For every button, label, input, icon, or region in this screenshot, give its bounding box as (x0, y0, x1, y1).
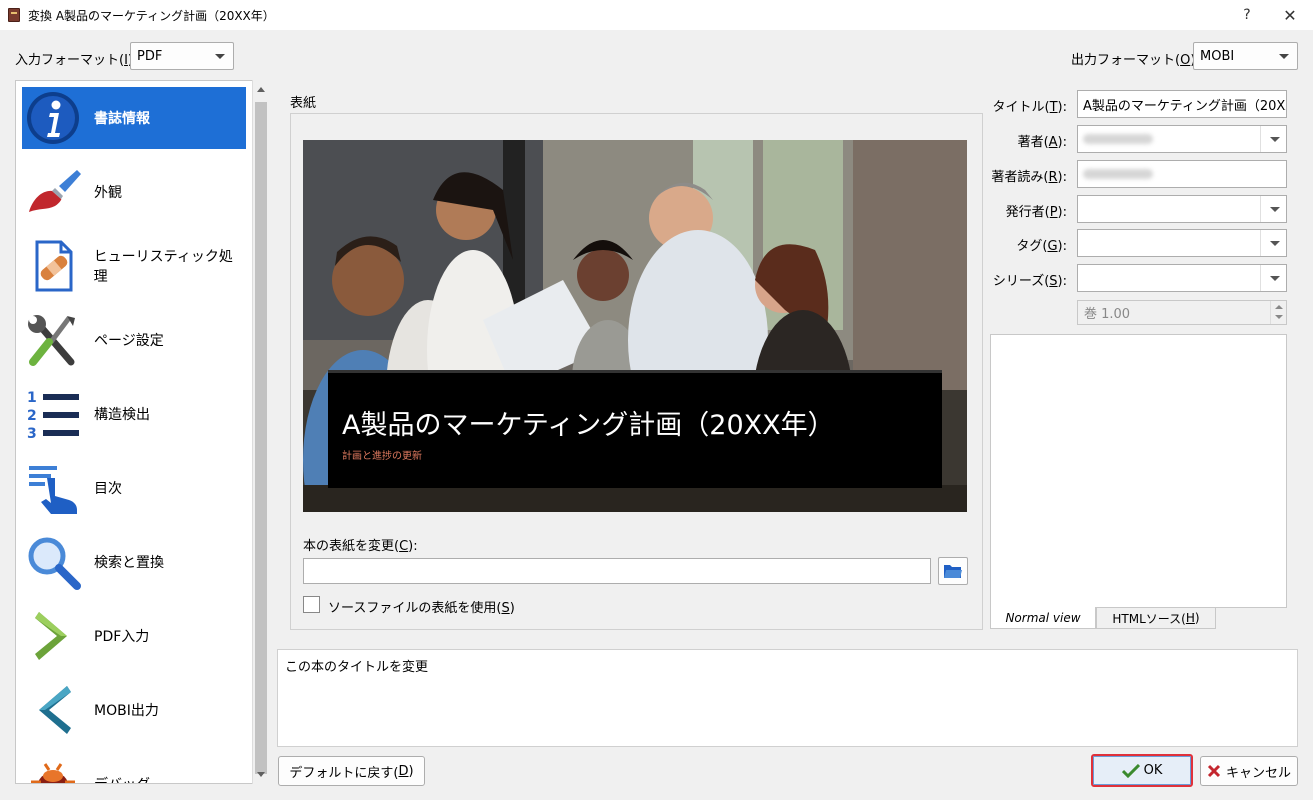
toc-hand-icon (22, 457, 84, 519)
output-format-value: MOBI (1200, 48, 1235, 64)
cover-title-banner: A製品のマーケティング計画（20XX年） 計画と進捗の更新 (328, 370, 942, 488)
blurred-author-sort-value (1083, 169, 1153, 179)
arrow-right-icon (22, 605, 84, 667)
folder-open-icon (944, 565, 962, 578)
restore-defaults-button[interactable]: デフォルトに戻す(D) (278, 756, 425, 786)
numbered-list-icon: 1 2 3 (22, 383, 84, 445)
scroll-down-icon[interactable] (257, 772, 265, 777)
document-bandage-icon (22, 235, 84, 297)
title-label: タイトル(T): (992, 100, 1067, 115)
chevron-down-icon[interactable] (1260, 126, 1286, 152)
input-format-value: PDF (137, 48, 163, 64)
sidebar-item-label: 検索と置換 (94, 555, 164, 571)
use-source-cover-checkbox[interactable] (303, 596, 320, 613)
sidebar-item-label: PDF入力 (94, 629, 150, 645)
tags-field[interactable] (1077, 229, 1287, 257)
sidebar-item-page-setup[interactable]: ページ設定 (22, 309, 246, 371)
sidebar-item-structure-detection[interactable]: 1 2 3 構造検出 (22, 383, 246, 445)
sidebar-item-label: ページ設定 (94, 333, 164, 349)
help-button[interactable]: ? (1227, 0, 1267, 30)
magnifier-icon (22, 531, 84, 593)
options-sidebar: 書誌情報 外観 ヒューリスティック処理 ページ設定 123 構造検出 目次 検索… (15, 80, 269, 784)
browse-cover-button[interactable] (938, 557, 968, 585)
arrow-left-icon (22, 679, 84, 741)
comments-editor[interactable] (990, 334, 1287, 608)
svg-text:3: 3 (27, 426, 37, 442)
cover-path-input[interactable] (303, 558, 931, 584)
sidebar-item-heuristics[interactable]: ヒューリスティック処理 (22, 235, 246, 297)
chevron-down-icon[interactable] (1260, 196, 1286, 222)
sidebar-item-label: ヒューリスティック処理 (93, 249, 233, 285)
help-text-box: この本のタイトルを変更 (277, 649, 1298, 747)
tab-normal-view[interactable]: Normal view (990, 607, 1096, 629)
title-value: A製品のマーケティング計画（20XX年 (1083, 98, 1287, 114)
publisher-label: 発行者(P): (1005, 205, 1067, 220)
ok-button[interactable]: OK (1091, 754, 1193, 787)
series-label: シリーズ(S): (992, 274, 1067, 289)
paintbrush-icon (22, 161, 84, 223)
spin-arrows-icon[interactable] (1270, 301, 1286, 324)
sidebar-item-mobi-output[interactable]: MOBI出力 (22, 679, 246, 741)
blurred-author-value (1083, 134, 1153, 144)
tags-label: タグ(G): (1016, 239, 1067, 254)
tools-icon (22, 309, 84, 371)
sidebar-item-label: 構造検出 (94, 407, 150, 423)
author-sort-field[interactable] (1077, 160, 1287, 188)
author-label: 著者(A): (1017, 135, 1067, 150)
input-format-select[interactable]: PDF (130, 42, 234, 70)
sidebar-item-pdf-input[interactable]: PDF入力 (22, 605, 246, 667)
tab-html-source[interactable]: HTMLソース(H) (1096, 607, 1216, 629)
sidebar-item-debug[interactable]: デバッグ (22, 753, 246, 783)
svg-text:2: 2 (27, 408, 37, 424)
app-book-icon (8, 8, 20, 22)
sidebar-scrollbar[interactable] (252, 80, 269, 784)
change-cover-label: 本の表紙を変更(C): (303, 539, 418, 554)
sidebar-item-search-replace[interactable]: 検索と置換 (22, 531, 246, 593)
sidebar-item-label: 外観 (94, 185, 122, 201)
window-title: 変換 A製品のマーケティング計画（20XX年） (28, 8, 275, 23)
cancel-label: キャンセル (1225, 765, 1291, 781)
scroll-up-icon[interactable] (257, 87, 265, 92)
output-format-label: 出力フォーマット(O): (1071, 53, 1200, 68)
sidebar-item-metadata[interactable]: 書誌情報 (22, 87, 246, 149)
publisher-field[interactable] (1077, 195, 1287, 223)
series-field[interactable] (1077, 264, 1287, 292)
author-sort-label: 著者読み(R): (991, 170, 1067, 185)
checkmark-icon (1121, 763, 1140, 778)
chevron-down-icon (215, 54, 225, 59)
input-format-label: 入力フォーマット(I): (15, 53, 137, 68)
x-cancel-icon (1207, 764, 1221, 778)
output-format-select[interactable]: MOBI (1193, 42, 1298, 70)
info-icon (22, 87, 84, 149)
chevron-down-icon[interactable] (1260, 265, 1286, 291)
title-bar: 変換 A製品のマーケティング計画（20XX年） ? ✕ (0, 0, 1313, 30)
sidebar-item-label: MOBI出力 (94, 703, 159, 719)
scrollbar-thumb[interactable] (255, 102, 267, 774)
use-source-cover-label: ソースファイルの表紙を使用(S) (328, 601, 515, 616)
author-field[interactable] (1077, 125, 1287, 153)
ok-label: OK (1143, 763, 1163, 778)
cover-title: A製品のマーケティング計画（20XX年） (342, 410, 835, 441)
sidebar-item-toc[interactable]: 目次 (22, 457, 246, 519)
bug-icon (22, 753, 84, 783)
chevron-down-icon (1279, 54, 1289, 59)
chevron-down-icon[interactable] (1260, 230, 1286, 256)
sidebar-item-look-and-feel[interactable]: 外観 (22, 161, 246, 223)
cover-subtitle: 計画と進捗の更新 (342, 451, 422, 462)
cover-group-title: 表紙 (290, 96, 317, 111)
cover-image: A製品のマーケティング計画（20XX年） 計画と進捗の更新 (303, 140, 967, 512)
svg-text:1: 1 (27, 390, 37, 406)
sidebar-item-label: 目次 (94, 481, 122, 497)
cancel-button[interactable]: キャンセル (1200, 756, 1298, 786)
title-field[interactable]: A製品のマーケティング計画（20XX年 (1077, 90, 1287, 118)
sidebar-item-label: 書誌情報 (94, 111, 150, 127)
series-index-spinbox[interactable]: 巻 1.00 (1077, 300, 1287, 325)
series-index-value: 巻 1.00 (1084, 307, 1131, 322)
sidebar-item-label: デバッグ (94, 774, 150, 783)
close-button[interactable]: ✕ (1270, 0, 1310, 30)
